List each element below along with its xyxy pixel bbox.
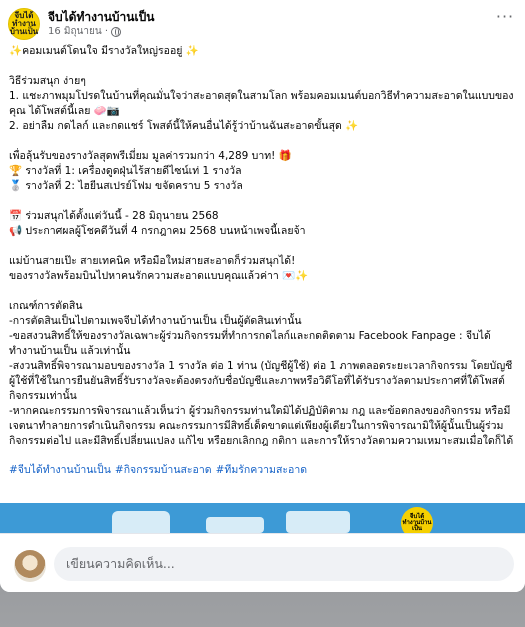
page-avatar[interactable]: จีบได้ ทำงานบ้านเป็น (8, 8, 40, 40)
post-card: จีบได้ ทำงานบ้านเป็น จีบได้ทำงานบ้านเป็น… (0, 0, 525, 592)
post-text-line: 2. อย่าลืม กดไลก์ และกดแชร์ โพสต์นี้ให้ค… (9, 120, 359, 132)
hashtag-link[interactable]: #กิจกรรมบ้านสะอาด (115, 464, 212, 476)
post-text-line: เกณฑ์การตัดสิน (9, 300, 83, 312)
line-spacer (9, 239, 517, 254)
preview-shape (206, 517, 264, 533)
post-text-line: ✨คอมเมนต์โดนใจ มีรางวัลใหญ่รออยู่ ✨ (9, 45, 199, 57)
comment-input[interactable]: เขียนความคิดเห็น... (54, 547, 514, 581)
preview-shape (112, 511, 170, 533)
post-text-line: ของรางวัลพร้อมบินไปหาคนรักความสะอาดแบบคุ… (9, 270, 309, 282)
globe-icon (111, 27, 122, 37)
post-text-line: -หากคณะกรรมการพิจารณาแล้วเห็นว่า ผู้ร่วม… (9, 405, 514, 447)
line-spacer (9, 194, 517, 209)
post-time-text: 16 มิถุนายน · (48, 26, 109, 37)
preview-shape (286, 511, 350, 533)
post-text-line: 📢 ประกาศผลผู้โชคดีวันที่ 4 กรกฎาคม 2568 … (9, 225, 306, 237)
hashtags: #จีบได้ทำงานบ้านเป็น #กิจกรรมบ้านสะอาด #ที… (9, 463, 517, 478)
line-spacer (9, 59, 517, 74)
post-meta: จีบได้ทำงานบ้านเป็น 16 มิถุนายน · (48, 9, 154, 39)
hashtag-link[interactable]: #ทีมรักความสะอาด (216, 464, 307, 476)
post-text-line: 📅 ร่วมสนุกได้ตั้งแต่วันนี้ - 28 มิถุนายน… (9, 210, 219, 222)
post-lines: ✨คอมเมนต์โดนใจ มีรางวัลใหญ่รออยู่ ✨ วิธีร… (9, 44, 517, 449)
post-text-line: -สงวนสิทธิ์พิจารณามอบของรางวัล 1 รางวัล … (9, 360, 513, 402)
post-text-line: 🏆 รางวัลที่ 1: เครื่องดูดฝุ่นไร้สายดีไซน… (9, 165, 242, 177)
more-options-button[interactable]: ··· (491, 2, 519, 30)
post-text-line: เพื่อลุ้นรับของรางวัลสุดพรีเมี่ยม มูลค่า… (9, 150, 292, 162)
hashtag-link[interactable]: #จีบได้ทำงานบ้านเป็น (9, 464, 111, 476)
post-text-line: -ขอสงวนสิทธิ์ให้ของรางวัลเฉพาะผู้ร่วมกิจ… (9, 330, 491, 357)
post-image-preview[interactable]: จีบได้ ทำงานบ้านเป็น (0, 503, 525, 533)
line-spacer (9, 284, 517, 299)
post-header: จีบได้ ทำงานบ้านเป็น จีบได้ทำงานบ้านเป็น… (8, 6, 517, 42)
preview-logo-badge: จีบได้ ทำงานบ้านเป็น (401, 507, 433, 533)
post-timestamp[interactable]: 16 มิถุนายน · (48, 25, 154, 39)
user-avatar[interactable] (14, 550, 46, 582)
comment-composer: เขียนความคิดเห็น... (0, 533, 525, 592)
line-spacer (9, 134, 517, 149)
post-text-line: -การตัดสินเป็นไปตามเพจจีบได้ทำงานบ้านเป็… (9, 315, 302, 327)
post-text-line: 1. แชะภาพมุมโปรดในบ้านที่คุณมั่นใจว่าสะอ… (9, 90, 514, 117)
post-text-line: แม่บ้านสายเป๊ะ สายเทคนิค หรือมือใหม่สายส… (9, 255, 296, 267)
post-text-line: วิธีร่วมสนุก ง่ายๆ (9, 75, 86, 87)
post-body: ✨คอมเมนต์โดนใจ มีรางวัลใหญ่รออยู่ ✨ วิธีร… (9, 44, 517, 478)
page-name-link[interactable]: จีบได้ทำงานบ้านเป็น (48, 9, 154, 25)
post-text-line: 🥈 รางวัลที่ 2: ไฮยีนสเปรย์โฟม ขจัดคราบ 5… (9, 180, 243, 192)
